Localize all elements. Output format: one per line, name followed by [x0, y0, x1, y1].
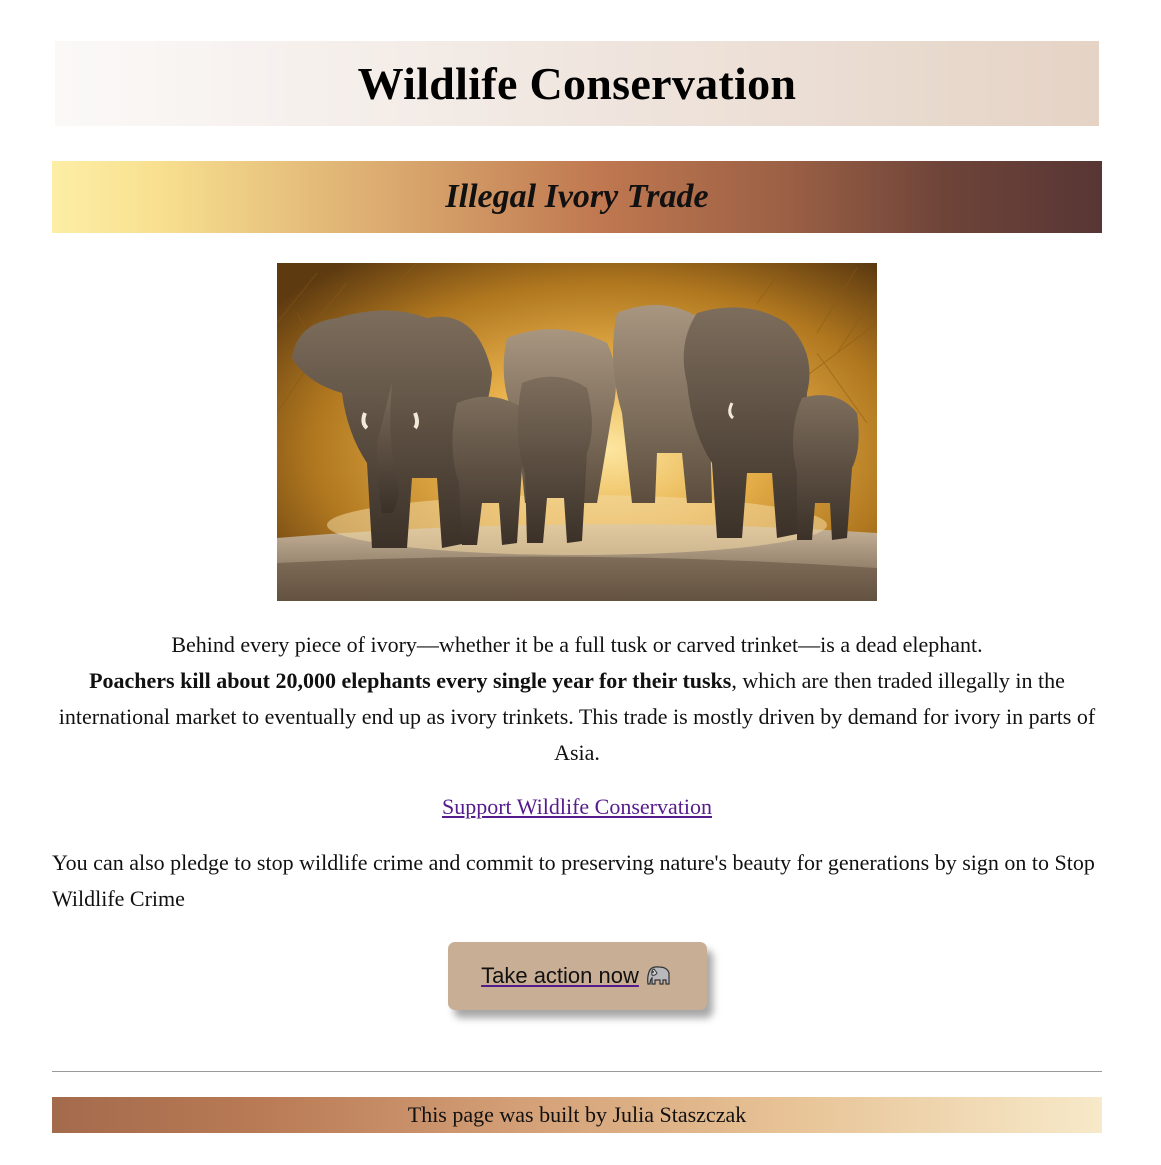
- support-link-row: Support Wildlife Conservation: [52, 789, 1102, 825]
- footer-credit: This page was built by Julia Staszczak: [407, 1102, 747, 1127]
- elephant-herd-photo: [277, 263, 877, 601]
- section-title: Illegal Ivory Trade: [445, 178, 709, 215]
- footer-divider: [52, 1071, 1102, 1072]
- support-wildlife-link[interactable]: Support Wildlife Conservation: [442, 794, 712, 819]
- take-action-label: Take action now: [481, 963, 639, 988]
- action-wrap: Take action now: [52, 942, 1102, 1010]
- take-action-button[interactable]: Take action now: [447, 942, 707, 1010]
- intro-paragraph: Behind every piece of ivory—whether it b…: [52, 627, 1102, 771]
- take-action-link[interactable]: Take action now: [481, 963, 673, 989]
- intro-bold-fact: Poachers kill about 20,000 elephants eve…: [89, 668, 732, 693]
- elephant-icon: [645, 964, 673, 988]
- site-footer: This page was built by Julia Staszczak: [52, 1097, 1102, 1133]
- page: Wildlife Conservation Illegal Ivory Trad…: [52, 0, 1102, 1133]
- intro-text-1: Behind every piece of ivory—whether it b…: [171, 632, 983, 657]
- section-banner: Illegal Ivory Trade: [52, 161, 1102, 233]
- site-header: Wildlife Conservation: [55, 41, 1099, 126]
- page-title: Wildlife Conservation: [357, 58, 797, 109]
- pledge-paragraph: You can also pledge to stop wildlife cri…: [52, 850, 1095, 911]
